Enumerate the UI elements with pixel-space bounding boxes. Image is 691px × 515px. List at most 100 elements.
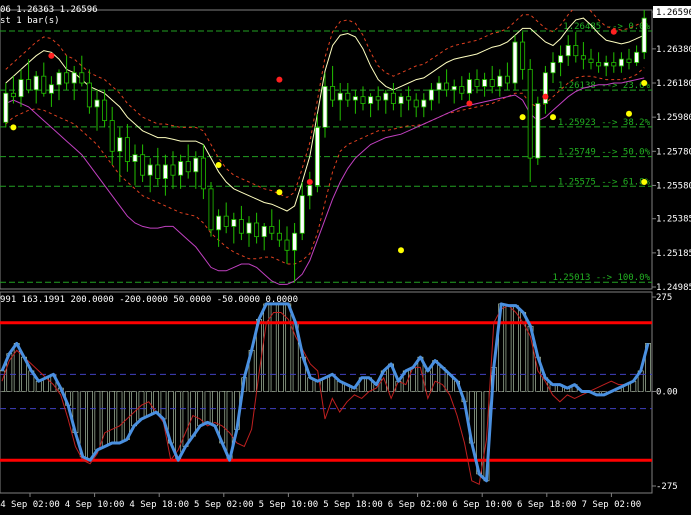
oscillator-bar [109,391,115,444]
candle-body [497,75,503,87]
time-tick-label: 6 Sep 18:00 [517,500,577,510]
oscillator-bar [87,391,93,461]
oscillator-bar [160,391,167,420]
candle-body [580,55,586,60]
ohlc-header: 06 1.26363 1.26596 [0,5,98,15]
candle-body [299,195,305,234]
fractal-down-marker [519,114,526,121]
candle-body [535,103,541,159]
candle-body [322,86,328,128]
fractal-up-marker [306,179,313,186]
candle-body [56,72,62,86]
indicator-bands [5,10,645,285]
fib-label: 1.26485 --> 0.0% [563,22,650,32]
candle-body [208,188,214,231]
candle-body [33,75,39,91]
shift-header: st 1 bar(s) [0,16,60,26]
time-tick-label: 4 Sep 02:00 [0,500,60,510]
oscillator-bar [35,380,42,392]
price-tick-label: 1.26180 [656,79,691,89]
candle-body [193,157,199,173]
candle-body [489,79,495,87]
candle-body [603,62,609,67]
fractal-down-marker [215,161,222,168]
candle-body [596,62,602,67]
oscillator-bar [520,312,527,392]
candle-body [64,72,70,84]
oscillator-bar [505,305,512,392]
candle-body [200,157,206,190]
fib-label: 1.26138 --> 23.6% [558,81,651,91]
candle-body [352,96,358,101]
price-tick-label: 1.25580 [656,181,691,191]
time-tick-label: 5 Sep 02:00 [194,500,254,510]
candle-body [368,96,374,104]
fib-label: 1.25923 --> 38.2% [558,118,651,128]
price-tick-label: 1.24985 [656,283,691,293]
fractal-up-marker [466,100,473,107]
candle-body [246,222,252,234]
oscillator-bar [263,303,270,392]
candle-body [558,55,564,63]
price-tick-label: 1.25385 [656,215,691,225]
fractal-down-marker [10,124,17,131]
candle-body [147,164,153,176]
fractal-down-marker [626,110,632,117]
fractal-up-marker [48,52,55,59]
fib-label: 1.25013 --> 100.0% [552,273,650,283]
candle-body [26,79,32,91]
price-tick-label: 1.26380 [656,45,691,55]
price-tick-label: 1.25185 [656,249,691,259]
price-tick-label: 1.25980 [656,113,691,123]
candle-body [337,92,343,101]
candle-body [18,79,24,98]
candle-body [436,82,442,91]
oscillator-bar [189,391,196,437]
current-price-label: 1.26596 [656,8,691,18]
candle-body [94,99,100,108]
oscillator-bar [123,391,130,440]
candle-body [231,219,237,227]
candle-body [238,219,244,234]
candle-body [345,92,351,101]
candle-body [504,75,510,84]
candle-body [428,89,434,101]
fractal-up-marker [610,28,617,35]
candle-body [261,226,267,238]
candle-body [254,222,260,238]
candle-body [588,58,594,63]
candle-body [375,96,381,101]
oscillator-bar [512,305,519,392]
candle-body [155,164,161,180]
candle-body [330,86,336,101]
signal-line [1,305,634,486]
candle-body [634,51,640,63]
candle-body [421,99,427,108]
fractal-up-marker [542,93,549,100]
osc-tick-label: 0.00 [656,388,678,398]
candle-body [390,92,396,104]
candle-body [482,79,488,87]
candle-body [550,62,556,74]
candle-body [413,99,419,108]
candle-body [383,92,389,101]
oscillator-bar [204,391,211,423]
chart-canvas: 06 1.26363 1.26596 st 1 bar(s) 991 163.1… [0,5,691,510]
price-tick-label: 1.25780 [656,147,691,157]
oscillator-bar [182,391,189,447]
fractal-down-marker [641,80,648,87]
candle-body [314,126,320,186]
candle-body [626,58,632,63]
candle-body [292,232,298,251]
oscillator-bar [116,391,123,444]
candle-body [641,17,647,53]
candle-body [398,96,404,104]
candle-body [132,154,138,162]
fractal-down-marker [398,247,404,254]
candle-body [10,92,16,98]
time-tick-label: 7 Sep 02:00 [582,500,642,510]
fractal-down-marker [550,114,556,121]
oscillator-bar [270,303,277,392]
candle-body [102,99,108,121]
fib-label: 1.25749 --> 50.0% [558,148,651,158]
